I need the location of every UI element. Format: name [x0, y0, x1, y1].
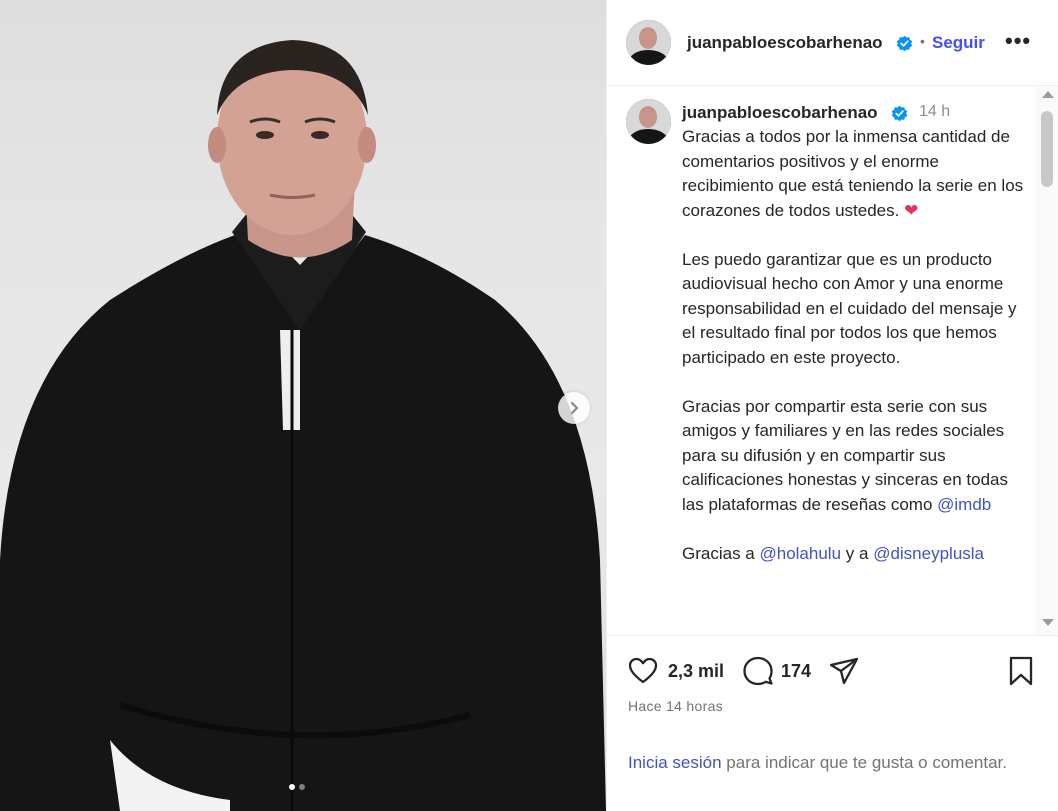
caption-author-username[interactable]: juanpabloescobarhenao — [682, 103, 878, 123]
carousel-indicator — [289, 784, 305, 790]
post-media[interactable] — [0, 0, 606, 811]
comment-icon[interactable] — [742, 655, 774, 687]
caption-paragraph-4-mid: y a — [845, 543, 869, 563]
next-media-button[interactable] — [558, 392, 590, 424]
section-divider — [607, 635, 1058, 636]
login-link[interactable]: Inicia sesión — [628, 753, 722, 772]
caption-paragraph-4-prefix: Gracias a — [682, 543, 755, 563]
post-header: juanpabloescobarhenao • Seguir ••• — [607, 0, 1058, 86]
comments-count[interactable]: 174 — [781, 661, 811, 682]
post-timestamp[interactable]: Hace 14 horas — [628, 698, 723, 714]
verified-badge-icon — [896, 35, 913, 52]
scroll-up-arrow-icon[interactable] — [1042, 91, 1054, 98]
caption-paragraph-1: Gracias a todos por la inmensa cantidad … — [682, 127, 1028, 220]
post-author-username[interactable]: juanpabloescobarhenao — [687, 33, 883, 53]
caption-paragraph-2: Les puedo garantizar que es un producto … — [682, 249, 1022, 367]
portrait-photo — [0, 40, 606, 811]
bookmark-icon[interactable] — [1005, 655, 1037, 687]
avatar-image — [626, 99, 671, 144]
post-side-panel: juanpabloescobarhenao • Seguir ••• juanp… — [607, 0, 1058, 811]
caption-avatar[interactable] — [626, 99, 671, 144]
verified-badge-icon — [891, 105, 908, 122]
caption-scroll-area[interactable]: juanpabloescobarhenao 14 h Gracias a tod… — [607, 87, 1058, 635]
caption-time[interactable]: 14 h — [919, 103, 950, 121]
mention-link-disney[interactable]: @disneyplusla — [873, 544, 984, 563]
avatar-image — [626, 20, 671, 65]
carousel-dot — [299, 784, 305, 790]
scrollbar[interactable] — [1036, 87, 1058, 635]
mention-link-hulu[interactable]: @holahulu — [759, 544, 841, 563]
scroll-down-arrow-icon[interactable] — [1042, 619, 1054, 626]
scroll-thumb[interactable] — [1041, 111, 1053, 187]
action-bar: 2,3 mil 174 — [607, 648, 1058, 694]
carousel-dot-active — [289, 784, 295, 790]
share-icon[interactable] — [828, 655, 860, 687]
chevron-right-icon — [570, 401, 579, 415]
separator-dot: • — [920, 33, 925, 49]
follow-button[interactable]: Seguir — [932, 33, 985, 53]
caption-text: Gracias a todos por la inmensa cantidad … — [682, 125, 1027, 566]
more-options-icon[interactable]: ••• — [1005, 28, 1031, 54]
avatar[interactable] — [626, 20, 671, 65]
likes-count[interactable]: 2,3 mil — [668, 661, 724, 682]
heart-emoji-icon: ❤ — [904, 200, 919, 220]
mention-link-imdb[interactable]: @imdb — [937, 495, 991, 514]
login-prompt: Inicia sesión para indicar que te gusta … — [628, 750, 1028, 775]
heart-icon[interactable] — [627, 655, 659, 687]
login-prompt-text: para indicar que te gusta o comentar. — [726, 753, 1007, 772]
